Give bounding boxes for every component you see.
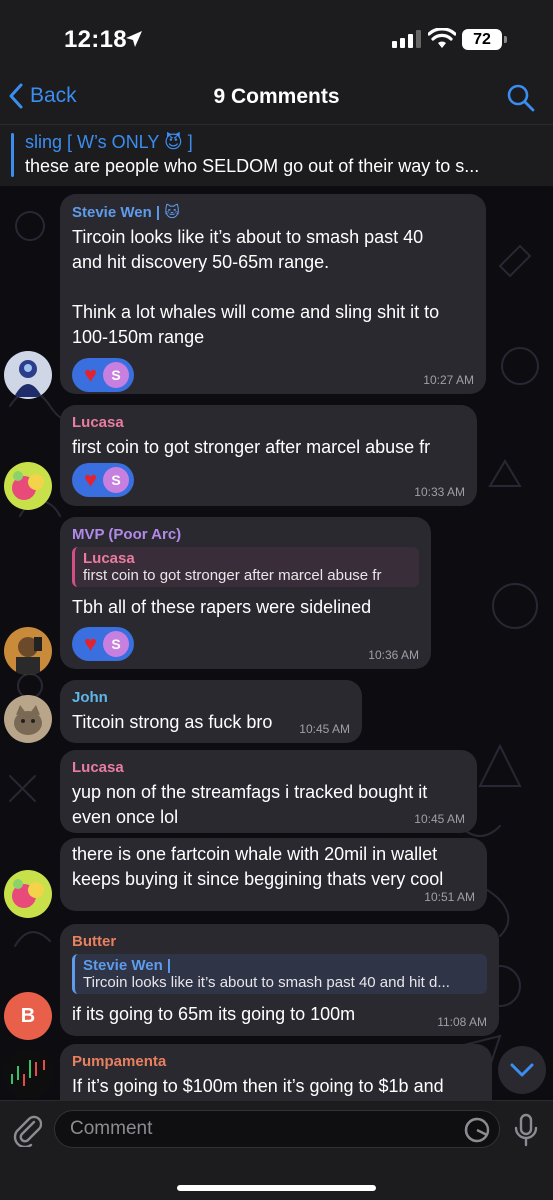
reaction-pill[interactable]: ♥ S (72, 358, 135, 392)
location-arrow-icon (126, 31, 142, 47)
message-bubble[interactable]: Lucasa yup non of the streamfags i track… (60, 750, 477, 833)
message-time: 10:51 AM (424, 890, 475, 904)
message-text: first coin to got stronger after marcel … (72, 437, 431, 457)
sticker-icon[interactable] (464, 1117, 490, 1143)
heart-icon: ♥ (84, 467, 98, 492)
heart-icon: ♥ (84, 362, 98, 387)
quote-text: first coin to got stronger after marcel … (83, 567, 382, 584)
message-time: 10:45 AM (299, 722, 350, 736)
message-time: 11:08 AM (437, 1015, 487, 1029)
status-bar: 12:18 72 (0, 0, 553, 78)
message-bubble[interactable]: Pumpamenta If it’s going to $100m then i… (60, 1044, 492, 1100)
reaction-pill[interactable]: ♥ S (72, 463, 135, 497)
avatar[interactable] (4, 870, 52, 918)
heart-icon: ♥ (84, 631, 98, 656)
input-bar (0, 1100, 553, 1200)
message-text: If it’s going to $100m then it’s going t… (72, 1076, 444, 1096)
message-text: yup non of the streamfags i tracked boug… (72, 782, 428, 827)
pinned-message[interactable]: sling [ W’s ONLY 😈 ] these are people wh… (0, 124, 553, 186)
message-sender[interactable]: Stevie Wen | 🐱 (72, 203, 474, 221)
pinned-text: these are people who SELDOM go out of th… (25, 156, 480, 176)
avatar-image (4, 462, 52, 510)
message-sender[interactable]: Butter (72, 933, 487, 950)
quote-sender: Stevie Wen | (83, 957, 172, 974)
reply-quote[interactable]: Lucasa first coin to got stronger after … (72, 547, 419, 587)
quote-sender: Lucasa (83, 550, 135, 567)
message-time: 10:36 AM (368, 648, 419, 662)
avatar[interactable] (4, 351, 52, 399)
message-bubble[interactable]: Butter Stevie Wen | Tircoin looks like i… (60, 924, 499, 1036)
message-text: if its going to 65m its going to 100m (72, 1004, 356, 1024)
message-sender[interactable]: Lucasa (72, 414, 465, 431)
message-bubble[interactable]: Lucasa first coin to got stronger after … (60, 405, 477, 506)
search-icon[interactable] (506, 83, 536, 113)
chevron-down-icon (510, 1063, 534, 1077)
avatar[interactable] (4, 1050, 52, 1098)
message-time: 10:33 AM (414, 485, 465, 499)
avatar[interactable] (4, 695, 52, 743)
message-text: Tircoin looks like it’s about to smash p… (72, 227, 440, 347)
message-sender[interactable]: Lucasa (72, 759, 465, 776)
avatar[interactable] (4, 462, 52, 510)
avatar-image (4, 695, 52, 743)
message-text: there is one fartcoin whale with 20mil i… (72, 844, 444, 889)
nav-bar: Back 9 Comments (0, 78, 553, 124)
pinned-accent-bar (11, 133, 14, 177)
reply-quote[interactable]: Stevie Wen | Tircoin looks like it’s abo… (72, 954, 487, 994)
avatar-image (4, 1050, 52, 1098)
scroll-down-button[interactable] (498, 1046, 546, 1094)
avatar-letter: B (20, 1005, 36, 1027)
message-text: Tbh all of these rapers were sidelined (72, 597, 372, 617)
microphone-icon[interactable] (513, 1113, 539, 1147)
status-time: 12:18 (64, 26, 127, 53)
home-indicator (177, 1185, 376, 1191)
message-sender[interactable]: John (72, 689, 350, 706)
wifi-icon (428, 28, 456, 48)
reaction-user-avatar: S (103, 467, 130, 493)
page-title: 9 Comments (213, 85, 340, 108)
pinned-sender: sling [ W’s ONLY 😈 ] (25, 132, 193, 152)
comment-input[interactable] (54, 1110, 500, 1148)
message-bubble[interactable]: Stevie Wen | 🐱 Tircoin looks like it’s a… (60, 194, 486, 394)
reaction-pill[interactable]: ♥ S (72, 627, 135, 661)
message-sender[interactable]: Pumpamenta (72, 1053, 480, 1070)
avatar-image (4, 627, 52, 675)
avatar[interactable]: B (4, 992, 52, 1040)
message-time: 10:45 AM (414, 812, 465, 826)
message-bubble[interactable]: there is one fartcoin whale with 20mil i… (60, 838, 487, 911)
avatar[interactable] (4, 627, 52, 675)
signal-icon (392, 30, 421, 48)
avatar-image (4, 351, 52, 399)
message-bubble[interactable]: MVP (Poor Arc) Lucasa first coin to got … (60, 517, 431, 669)
paperclip-icon[interactable] (12, 1113, 42, 1147)
reaction-user-avatar: S (103, 362, 130, 388)
reaction-user-avatar: S (103, 631, 130, 657)
battery-indicator: 72 (462, 29, 507, 50)
message-time: 10:27 AM (423, 373, 474, 387)
avatar-image (4, 870, 52, 918)
message-bubble[interactable]: John Titcoin strong as fuck bro 10:45 AM (60, 680, 362, 743)
quote-text: Tircoin looks like it’s about to smash p… (83, 974, 450, 991)
message-sender[interactable]: MVP (Poor Arc) (72, 526, 419, 543)
